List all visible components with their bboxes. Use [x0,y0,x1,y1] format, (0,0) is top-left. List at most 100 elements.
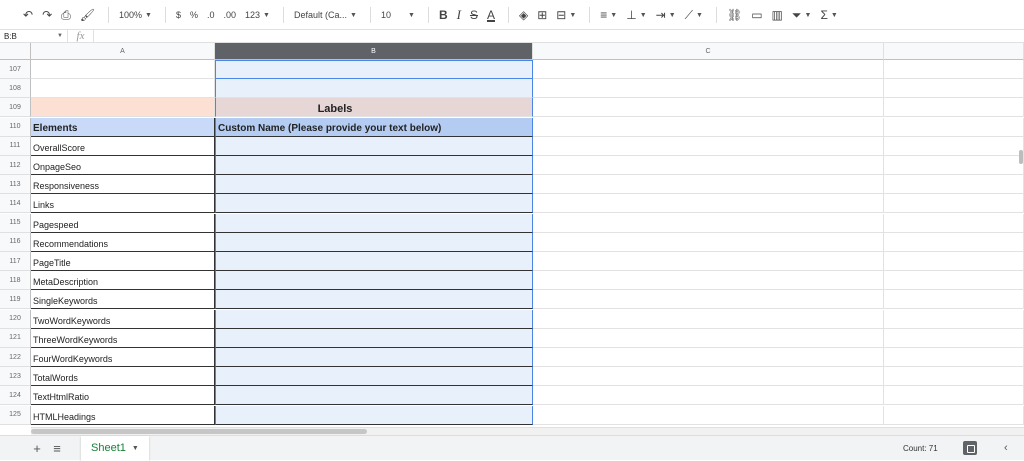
name-box[interactable]: B:B ▼ [0,30,68,42]
cell-d[interactable] [884,252,1024,271]
vertical-align-icon[interactable]: ⊥ ▼ [623,4,649,26]
row-header[interactable]: 119 [0,290,31,310]
cell-d[interactable] [884,79,1024,99]
cell-a[interactable]: HTMLHeadings [31,405,215,425]
cell-b[interactable] [215,252,533,271]
cell-c[interactable] [533,290,884,310]
row-header[interactable]: 107 [0,60,31,79]
cell-a[interactable]: Responsiveness [31,175,215,195]
cell-a[interactable]: PageTitle [31,252,215,271]
cell-a[interactable]: FourWordKeywords [31,348,215,367]
cell-a[interactable]: Elements [31,117,215,137]
row-header[interactable]: 118 [0,271,31,291]
cell-c[interactable] [533,136,884,156]
cell-b[interactable] [215,367,533,387]
cell-b[interactable] [215,405,533,425]
cell-b[interactable] [215,232,533,252]
collapse-panel-icon[interactable]: ‹ [1004,442,1008,454]
cell-c[interactable] [533,232,884,252]
cell-d[interactable] [884,175,1024,195]
cell-d[interactable] [884,271,1024,291]
functions-button[interactable]: Σ ▼ [817,4,840,26]
cell-a[interactable]: Links [31,194,215,214]
strikethrough-button[interactable]: S [467,4,481,26]
text-color-button[interactable]: A [484,4,498,26]
merge-cells-icon[interactable]: ⊟ ▼ [553,4,579,26]
bold-button[interactable]: B [436,4,451,26]
font-size-select[interactable]: 10 ▼ [378,4,418,26]
redo-icon[interactable]: ↷ [39,4,55,26]
row-header[interactable]: 125 [0,405,31,425]
row-header[interactable]: 117 [0,252,31,271]
cell-d[interactable] [884,290,1024,310]
cell-a[interactable]: OnpageSeo [31,156,215,175]
filter-icon[interactable]: ⏷ ▼ [789,4,815,26]
cell-b[interactable]: Custom Name (Please provide your text be… [215,117,533,137]
cell-b[interactable] [215,175,533,195]
cell-c[interactable] [533,98,884,118]
cell-d[interactable] [884,367,1024,387]
row-header[interactable]: 110 [0,117,31,137]
cell-a[interactable]: TotalWords [31,367,215,387]
cell-d[interactable] [884,213,1024,233]
cell-a[interactable]: SingleKeywords [31,290,215,310]
zoom-select[interactable]: 100% ▼ [116,4,155,26]
add-sheet-button[interactable]: + [27,441,47,456]
row-header[interactable]: 109 [0,98,31,118]
cell-b[interactable]: Labels [215,98,533,118]
row-header[interactable]: 114 [0,194,31,214]
cell-d[interactable] [884,386,1024,406]
cell-c[interactable] [533,117,884,137]
cell-c[interactable] [533,271,884,291]
cell-d[interactable] [884,232,1024,252]
vertical-scroll-thumb[interactable] [1019,150,1023,164]
horizontal-align-icon[interactable]: ≡ ▼ [597,4,620,26]
cell-a[interactable]: MetaDescription [31,271,215,291]
borders-icon[interactable]: ⊞ [534,4,550,26]
cell-b[interactable] [215,194,533,214]
currency-format-button[interactable]: $ [173,4,184,26]
increase-decimal-button[interactable]: .00 [220,4,239,26]
row-header[interactable]: 120 [0,309,31,329]
cell-c[interactable] [533,213,884,233]
column-header-a[interactable]: A [31,43,215,60]
cell-d[interactable] [884,136,1024,156]
cell-c[interactable] [533,60,884,79]
column-header-d[interactable] [884,43,1024,60]
cell-a[interactable] [31,60,215,79]
paint-format-icon[interactable]: 🖌︎ [77,4,98,26]
cell-c[interactable] [533,386,884,406]
horizontal-scrollbar[interactable] [31,427,1024,435]
row-header[interactable]: 111 [0,136,31,156]
cell-d[interactable] [884,405,1024,425]
sheet-tab-sheet1[interactable]: Sheet1 ▼ [81,435,149,461]
scroll-thumb[interactable] [31,429,367,434]
decrease-decimal-button[interactable]: .0 [204,4,218,26]
row-header[interactable]: 122 [0,348,31,367]
print-icon[interactable]: ⎙ [58,4,74,26]
cell-a[interactable]: TwoWordKeywords [31,309,215,329]
cell-d[interactable] [884,117,1024,137]
cell-c[interactable] [533,328,884,348]
row-header[interactable]: 121 [0,328,31,348]
explore-icon[interactable] [963,441,977,455]
cell-a[interactable]: Pagespeed [31,213,215,233]
insert-chart-icon[interactable]: ▥ [769,4,786,26]
cell-d[interactable] [884,328,1024,348]
cell-b[interactable] [215,271,533,291]
cell-b[interactable] [215,328,533,348]
cell-d[interactable] [884,348,1024,367]
cell-d[interactable] [884,309,1024,329]
cell-d[interactable] [884,60,1024,79]
insert-comment-icon[interactable]: ▭ [748,4,765,26]
insert-link-icon[interactable]: ⛓ [724,4,745,26]
cell-c[interactable] [533,194,884,214]
cell-b[interactable] [215,348,533,367]
cell-c[interactable] [533,367,884,387]
row-header[interactable]: 116 [0,232,31,252]
cell-c[interactable] [533,79,884,99]
cell-c[interactable] [533,348,884,367]
italic-button[interactable]: I [454,4,464,26]
cell-a[interactable] [31,79,215,99]
column-header-b[interactable]: B [215,43,533,60]
